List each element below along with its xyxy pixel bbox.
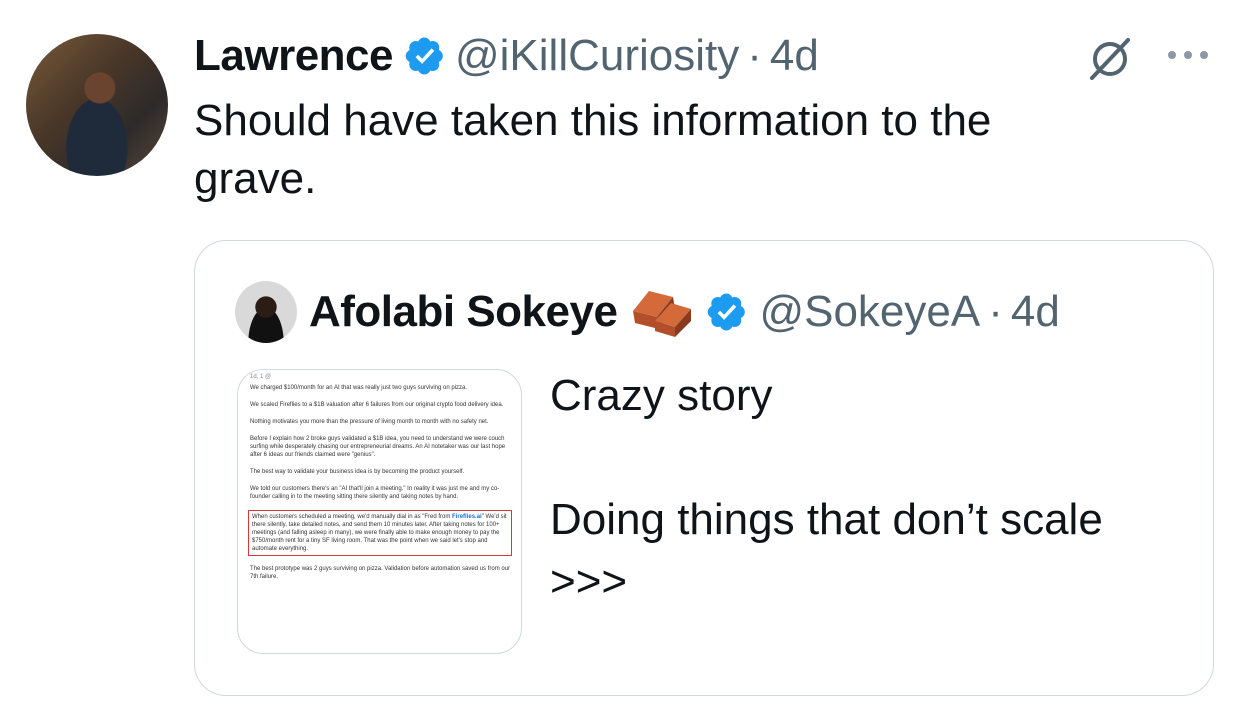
verified-badge-icon <box>405 37 443 75</box>
quoted-author-handle[interactable]: @SokeyeA <box>759 287 980 337</box>
quoted-tweet-text: Crazy story Doing things that don’t scal… <box>550 365 1190 613</box>
tweet-header: Lawrence @iKillCuriosity · 4d <box>194 24 819 88</box>
screenshot-paragraph: We told our customers there's an "AI tha… <box>250 486 500 500</box>
screenshot-paragraph: When customers scheduled a meeting, we'd… <box>252 513 508 553</box>
screenshot-paragraph: We scaled Fireflies to a $1B valuation a… <box>250 402 504 408</box>
screenshot-paragraph: The best prototype was 2 guys surviving … <box>250 566 511 580</box>
brick-emoji-icon <box>633 291 692 337</box>
quoted-media-image[interactable]: 1d, 1 @ We charged $100/month for an AI … <box>237 369 522 654</box>
quoted-tweet-header: Afolabi Sokeye @SokeyeA · 4d <box>309 281 1060 343</box>
author-name[interactable]: Lawrence <box>194 31 393 81</box>
tweet-text-line: Should have taken this information to th… <box>194 96 992 145</box>
author-avatar[interactable] <box>26 34 168 176</box>
quoted-tweet-card[interactable]: Afolabi Sokeye @SokeyeA · 4d 1d, 1 @ We … <box>194 240 1214 696</box>
author-handle[interactable]: @iKillCuriosity <box>455 31 739 81</box>
screenshot-paragraph: Before I explain how 2 broke guys valida… <box>250 436 506 458</box>
separator-dot: · <box>988 287 1003 336</box>
quoted-text-line: >>> <box>550 557 628 606</box>
screenshot-link: Fireflies.ai <box>452 514 482 520</box>
screenshot-paragraph: Nothing motivates you more than the pres… <box>250 419 489 425</box>
screenshot-topline: 1d, 1 @ <box>250 374 272 380</box>
quoted-text-blank-line <box>550 427 1190 489</box>
screenshot-paragraph: The best way to validate your business i… <box>250 469 465 475</box>
separator-dot: · <box>747 31 762 80</box>
tweet-text-line: grave. <box>194 154 317 203</box>
highlighted-paragraph-box: When customers scheduled a meeting, we'd… <box>248 510 512 556</box>
quoted-verified-badge-icon <box>708 293 746 331</box>
quoted-author-name[interactable]: Afolabi Sokeye <box>309 287 618 337</box>
tweet-timestamp[interactable]: 4d <box>770 31 819 81</box>
screenshot-text-span: When customers scheduled a meeting, we'd… <box>252 514 453 520</box>
more-icon[interactable] <box>1162 40 1214 70</box>
tweet-text: Should have taken this information to th… <box>194 92 1154 208</box>
quoted-text-line: Doing things that don’t scale <box>550 495 1103 544</box>
grok-icon[interactable] <box>1084 32 1136 84</box>
quoted-author-avatar[interactable] <box>235 281 297 343</box>
quoted-tweet-timestamp[interactable]: 4d <box>1011 287 1060 337</box>
screenshot-paragraph: We charged $100/month for an AI that was… <box>250 385 468 391</box>
screenshot-text: 1d, 1 @ We charged $100/month for an AI … <box>248 374 512 590</box>
quoted-text-line: Crazy story <box>550 371 773 420</box>
